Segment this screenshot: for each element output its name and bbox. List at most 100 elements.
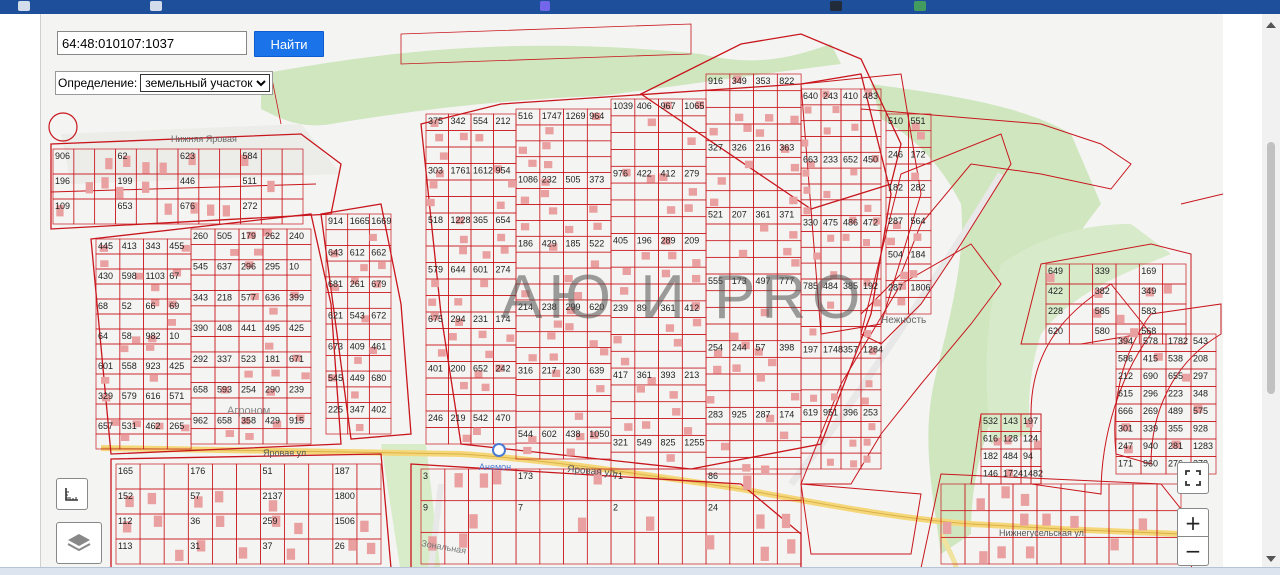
parcel[interactable] — [539, 395, 564, 412]
parcel[interactable] — [820, 167, 842, 185]
parcel[interactable] — [820, 373, 842, 391]
parcel[interactable] — [539, 531, 564, 565]
parcel[interactable] — [753, 240, 778, 258]
parcel[interactable] — [658, 531, 683, 565]
parcel[interactable] — [95, 283, 121, 300]
parcel[interactable] — [73, 198, 95, 225]
parcel[interactable] — [1162, 263, 1187, 285]
parcel[interactable] — [729, 223, 754, 242]
parcel[interactable] — [800, 231, 822, 248]
parcel[interactable] — [212, 463, 237, 490]
parcel[interactable] — [190, 397, 216, 414]
parcel[interactable] — [143, 313, 168, 330]
parcel[interactable] — [425, 394, 449, 412]
parcel[interactable] — [840, 136, 862, 153]
parcel[interactable] — [586, 283, 612, 301]
parcel[interactable] — [539, 251, 564, 269]
parcel[interactable] — [470, 295, 494, 313]
parcel[interactable] — [308, 513, 334, 540]
measure-button[interactable] — [56, 478, 88, 510]
parcel[interactable] — [119, 283, 144, 300]
parcel[interactable] — [776, 90, 802, 108]
parcel[interactable] — [190, 305, 216, 322]
parcel[interactable] — [563, 204, 588, 221]
parcel[interactable] — [163, 488, 189, 515]
parcel[interactable] — [347, 323, 370, 341]
parcel[interactable] — [190, 336, 216, 353]
parcel[interactable] — [214, 366, 240, 383]
parcel[interactable] — [586, 188, 612, 205]
parcel[interactable] — [610, 115, 636, 133]
fullscreen-button[interactable] — [1177, 462, 1209, 494]
parcel[interactable] — [1084, 483, 1110, 512]
parcel[interactable] — [493, 377, 517, 395]
find-button[interactable]: Найти — [254, 31, 324, 57]
parcel[interactable] — [1132, 536, 1158, 565]
parcel[interactable] — [586, 156, 612, 173]
parcel[interactable] — [448, 278, 472, 296]
parcel[interactable] — [236, 488, 261, 515]
parcel[interactable] — [729, 256, 754, 275]
parcel[interactable] — [143, 253, 168, 270]
parcel[interactable] — [515, 531, 541, 565]
parcel[interactable] — [634, 182, 659, 201]
parcel[interactable] — [284, 463, 310, 490]
parcel[interactable] — [860, 120, 882, 137]
parcel[interactable] — [347, 292, 370, 309]
definition-select[interactable]: земельный участок — [140, 74, 271, 92]
toolbar-icon[interactable] — [914, 1, 926, 11]
parcel[interactable] — [1068, 303, 1093, 325]
parcel[interactable] — [214, 336, 240, 353]
parcel[interactable] — [493, 427, 517, 445]
parcel[interactable] — [681, 149, 707, 167]
parcel[interactable] — [776, 306, 802, 325]
cadastral-number-input[interactable] — [57, 31, 247, 55]
parcel[interactable] — [753, 423, 778, 442]
cadastral-map[interactable]: 906 62 623 584 196 199 446 511 109 653 676 272 445 41… — [40, 14, 1223, 568]
parcel[interactable] — [840, 294, 862, 311]
parcel[interactable] — [586, 395, 612, 412]
parcel[interactable] — [820, 310, 842, 327]
parcel[interactable] — [800, 373, 822, 391]
parcel[interactable] — [238, 336, 264, 353]
parcel[interactable] — [119, 403, 144, 420]
parcel[interactable] — [166, 343, 192, 360]
parcel[interactable] — [729, 190, 754, 208]
parcel[interactable] — [820, 357, 842, 375]
parcel[interactable] — [493, 130, 517, 148]
parcel[interactable] — [308, 538, 334, 565]
parcel[interactable] — [515, 267, 541, 285]
parcel[interactable] — [1060, 483, 1086, 512]
scroll-down-icon[interactable] — [1266, 556, 1276, 562]
parcel[interactable] — [840, 199, 862, 216]
parcel[interactable] — [860, 167, 882, 185]
parcel[interactable] — [563, 379, 588, 396]
parcel[interactable] — [190, 366, 216, 383]
zoom-out-button[interactable]: − — [1177, 536, 1209, 566]
parcel[interactable] — [840, 246, 862, 264]
parcel[interactable] — [610, 384, 636, 403]
parcel[interactable] — [515, 204, 541, 221]
parcel[interactable] — [448, 344, 472, 362]
parcel[interactable] — [610, 199, 636, 218]
parcel[interactable] — [1132, 483, 1158, 512]
parcel[interactable] — [468, 531, 493, 565]
parcel[interactable] — [539, 442, 564, 460]
parcel[interactable] — [135, 198, 158, 225]
parcel[interactable] — [515, 124, 541, 142]
parcel[interactable] — [493, 344, 517, 362]
parcel[interactable] — [586, 531, 612, 565]
parcel[interactable] — [286, 244, 312, 261]
parcel[interactable] — [820, 246, 842, 264]
parcel[interactable] — [238, 274, 264, 291]
parcel[interactable] — [166, 373, 192, 390]
parcel[interactable] — [308, 463, 334, 490]
parcel[interactable] — [840, 104, 862, 121]
parcel[interactable] — [729, 390, 754, 408]
parcel[interactable] — [493, 146, 517, 164]
parcel[interactable] — [681, 500, 707, 533]
parcel[interactable] — [729, 423, 754, 442]
parcel[interactable] — [286, 305, 312, 322]
parcel[interactable] — [634, 283, 659, 302]
parcel[interactable] — [470, 196, 494, 214]
